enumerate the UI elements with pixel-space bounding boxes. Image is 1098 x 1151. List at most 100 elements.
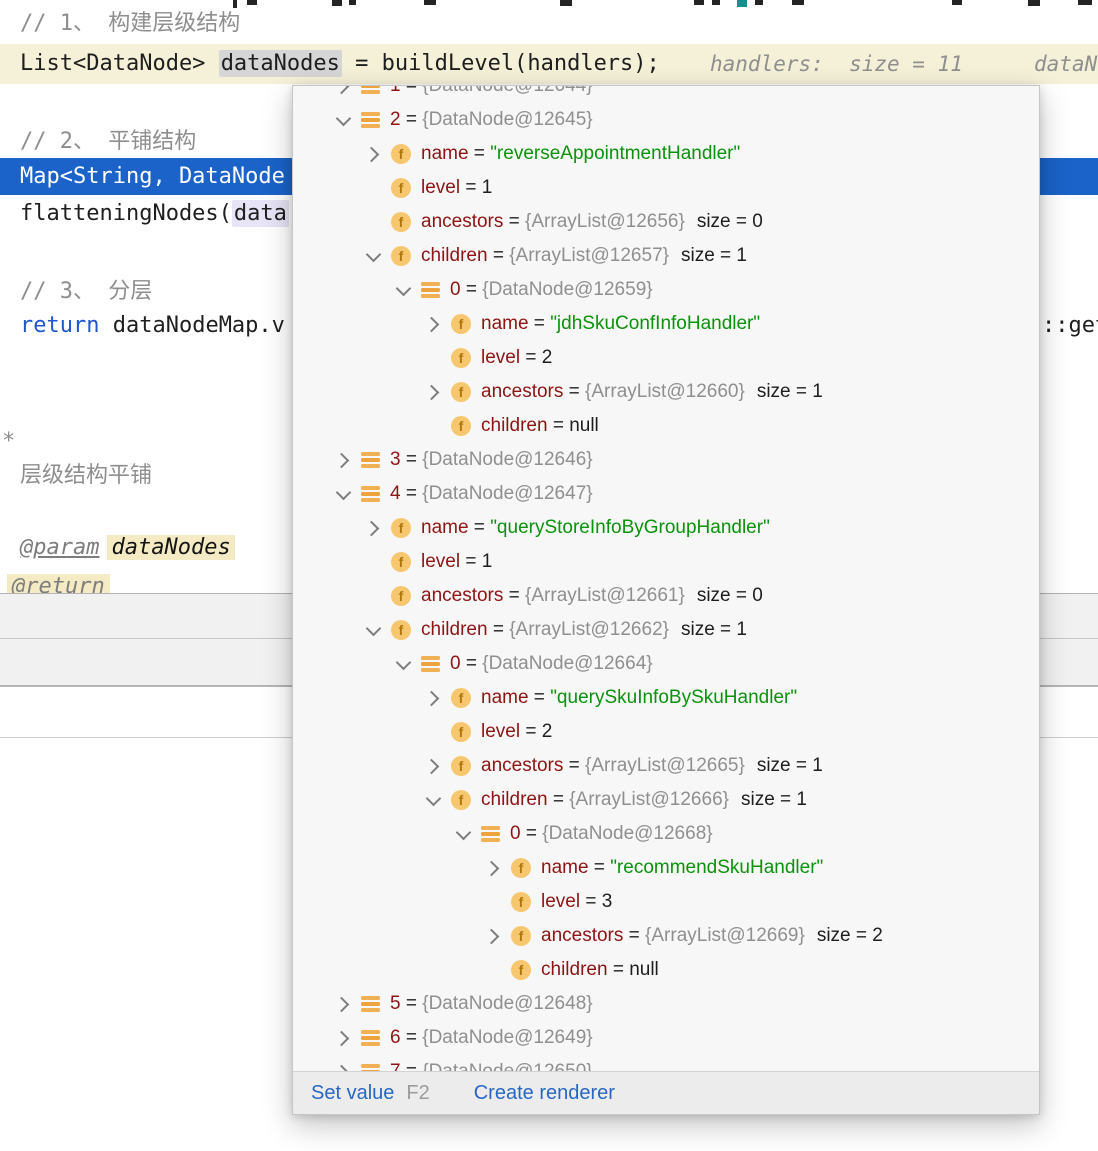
equals-sign: = — [520, 823, 543, 844]
javadoc-param-line[interactable]: @param dataNodes — [20, 530, 235, 566]
field-icon: f — [451, 416, 471, 436]
variable-name: children — [481, 789, 548, 810]
tree-row[interactable]: f level = 2 — [293, 715, 1039, 749]
equals-sign: = — [503, 585, 526, 606]
expand-chevron[interactable] — [483, 860, 501, 876]
variable-value: "querySkuInfoBySkuHandler" — [550, 687, 798, 708]
expand-chevron[interactable] — [335, 484, 351, 502]
variable-name: ancestors — [421, 211, 504, 232]
expand-chevron[interactable] — [333, 86, 351, 94]
variable-name: 2 — [390, 109, 401, 130]
tree-row[interactable]: 0 = {DataNode@12664} — [293, 647, 1039, 681]
tree-row[interactable]: f ancestors = {ArrayList@12661} size = 0 — [293, 579, 1039, 613]
code-fragment-right[interactable]: ::get — [1042, 308, 1098, 344]
expand-chevron[interactable] — [423, 316, 441, 332]
field-icon: f — [451, 314, 471, 334]
tree-row[interactable]: f ancestors = {ArrayList@12669} size = 2 — [293, 919, 1039, 953]
tree-row[interactable]: f level = 2 — [293, 341, 1039, 375]
tree-row[interactable]: f children = {ArrayList@12662} size = 1 — [293, 613, 1039, 647]
tree-row[interactable]: 7 = {DataNode@12650} — [293, 1055, 1039, 1071]
tree-row[interactable]: f children = {ArrayList@12657} size = 1 — [293, 239, 1039, 273]
tree-row[interactable]: 6 = {DataNode@12649} — [293, 1021, 1039, 1055]
tree-row[interactable]: f name = "recommendSkuHandler" — [293, 851, 1039, 885]
expand-chevron[interactable] — [333, 996, 351, 1012]
javadoc-param-value[interactable]: dataNodes — [107, 535, 235, 560]
expand-chevron[interactable] — [335, 110, 351, 128]
expand-chevron[interactable] — [423, 384, 441, 400]
javadoc-description[interactable]: 层级结构平铺 — [20, 458, 152, 494]
equals-sign: = — [563, 381, 586, 402]
tree-row[interactable]: f children = null — [293, 409, 1039, 443]
tree-row[interactable]: 3 = {DataNode@12646} — [293, 443, 1039, 477]
variable-value: 1 — [481, 551, 493, 572]
equals-sign: = — [401, 86, 423, 97]
variable-value: {ArrayList@12661} — [525, 585, 685, 606]
expand-chevron[interactable] — [395, 654, 411, 672]
field-icon: f — [451, 722, 471, 742]
expand-chevron[interactable] — [455, 824, 471, 842]
tree-row[interactable]: 1 = {DataNode@12644} — [293, 86, 1039, 103]
tree-row[interactable]: f ancestors = {ArrayList@12660} size = 1 — [293, 375, 1039, 409]
expand-chevron — [365, 554, 381, 570]
tree-row[interactable]: 0 = {DataNode@12668} — [293, 817, 1039, 851]
code-line-return[interactable]: return dataNodeMap.v — [20, 308, 285, 344]
variable-value: {DataNode@12645} — [422, 109, 593, 130]
tree-row[interactable]: f level = 1 — [293, 171, 1039, 205]
tree-row[interactable]: 0 = {DataNode@12659} — [293, 273, 1039, 307]
variable-name: 3 — [390, 449, 401, 470]
field-icon: f — [451, 688, 471, 708]
field-icon: f — [391, 178, 411, 198]
tree-row[interactable]: f level = 1 — [293, 545, 1039, 579]
tree-row[interactable]: 5 = {DataNode@12648} — [293, 987, 1039, 1021]
tree-row[interactable]: f ancestors = {ArrayList@12665} size = 1 — [293, 749, 1039, 783]
equals-sign: = — [400, 109, 423, 130]
expand-chevron[interactable] — [333, 452, 351, 468]
comment-line-1[interactable]: // 1、 构建层级结构 — [20, 6, 240, 42]
tree-row[interactable]: 4 = {DataNode@12647} — [293, 477, 1039, 511]
tree-row[interactable]: f ancestors = {ArrayList@12656} size = 0 — [293, 205, 1039, 239]
tree-row[interactable]: f level = 3 — [293, 885, 1039, 919]
expand-chevron[interactable] — [365, 246, 381, 264]
expand-chevron[interactable] — [425, 790, 441, 808]
variable-value: {DataNode@12646} — [422, 449, 593, 470]
field-icon: f — [391, 586, 411, 606]
variable-value: 2 — [541, 721, 553, 742]
ide-debugger-screen: // 1、 构建层级结构 List<DataNode> dataNodes = … — [0, 0, 1098, 1151]
execution-line[interactable]: List<DataNode> dataNodes = buildLevel(ha… — [0, 44, 1098, 84]
comment-line-2[interactable]: // 2、 平铺结构 — [20, 124, 196, 160]
equals-sign: = — [487, 245, 510, 266]
expand-chevron[interactable] — [423, 690, 441, 706]
tree-row[interactable]: 2 = {DataNode@12645} — [293, 103, 1039, 137]
field-icon: f — [511, 892, 531, 912]
variable-value: {ArrayList@12665} — [585, 755, 745, 776]
tree-row[interactable]: f children = null — [293, 953, 1039, 987]
tree-row[interactable]: f name = "reverseAppointmentHandler" — [293, 137, 1039, 171]
create-renderer-link[interactable]: Create renderer — [474, 1082, 615, 1105]
variable-value: {ArrayList@12666} — [569, 789, 729, 810]
popup-footer: Set value F2 Create renderer — [293, 1071, 1039, 1114]
selected-identifier[interactable]: dataNodes — [218, 50, 342, 77]
expand-chevron[interactable] — [483, 928, 501, 944]
expand-chevron[interactable] — [333, 1030, 351, 1046]
variable-name: children — [421, 619, 488, 640]
expand-chevron[interactable] — [363, 520, 381, 536]
tree-row[interactable]: f name = "jdhSkuConfInfoHandler" — [293, 307, 1039, 341]
tree-row[interactable]: f children = {ArrayList@12666} size = 1 — [293, 783, 1039, 817]
inline-debug-hint-datanodes: dataN — [1034, 52, 1098, 76]
expand-chevron[interactable] — [423, 758, 441, 774]
keyword-return: return — [20, 313, 100, 338]
javadoc-return-line[interactable]: @return — [7, 572, 110, 593]
tree-row[interactable]: f name = "querySkuInfoBySkuHandler" — [293, 681, 1039, 715]
expand-chevron[interactable] — [363, 146, 381, 162]
array-element-icon — [421, 656, 440, 672]
variable-tree: 1 = {DataNode@12644}2 = {DataNode@12645}… — [293, 86, 1039, 1071]
expand-chevron[interactable] — [395, 280, 411, 298]
expand-chevron[interactable] — [333, 1064, 351, 1071]
set-value-link[interactable]: Set value — [311, 1082, 394, 1105]
comment-line-3[interactable]: // 3、 分层 — [20, 274, 152, 310]
tree-row[interactable]: f name = "queryStoreInfoByGroupHandler" — [293, 511, 1039, 545]
highlighted-argument[interactable]: data — [231, 200, 289, 227]
variable-name: ancestors — [481, 755, 564, 776]
expand-chevron[interactable] — [365, 620, 381, 638]
code-line-flattening[interactable]: flatteningNodes(data — [20, 196, 289, 232]
